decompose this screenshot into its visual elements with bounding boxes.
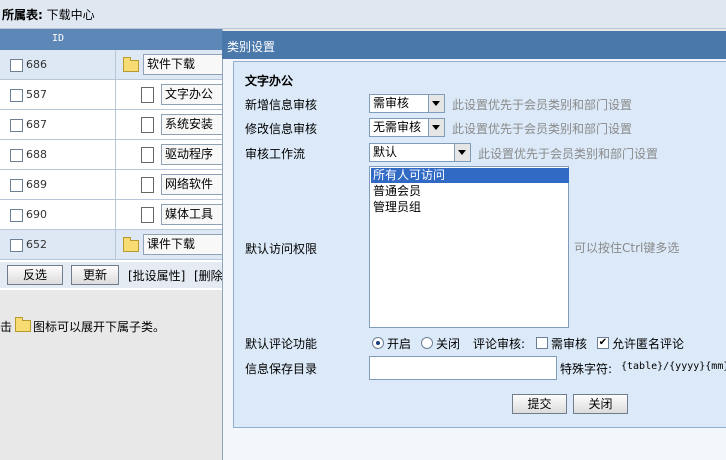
access-label: 默认访问权限: [245, 242, 318, 256]
allow-anonymous-label: 允许匿名评论: [612, 337, 685, 351]
access-option[interactable]: 普通会员: [371, 184, 569, 199]
table-row[interactable]: 690 媒体工具: [0, 200, 227, 230]
workflow-select[interactable]: 默认: [369, 143, 471, 162]
row-id: 587: [26, 88, 47, 101]
workflow-label: 审核工作流: [245, 147, 306, 161]
folder-icon: [15, 317, 32, 332]
dialog-title: 类别设置: [227, 40, 276, 54]
dir-input[interactable]: [369, 356, 557, 380]
invert-selection-button[interactable]: 反选: [7, 265, 63, 285]
row-checkbox[interactable]: [10, 239, 23, 252]
category-name-field[interactable]: 软件下载: [143, 54, 227, 75]
row-checkbox[interactable]: [10, 179, 23, 192]
add-review-select[interactable]: 需审核: [369, 94, 445, 113]
row-id: 689: [26, 178, 47, 191]
row-id: 690: [26, 208, 47, 221]
row-id: 688: [26, 148, 47, 161]
row-id: 652: [26, 238, 47, 251]
special-chars-label: 特殊字符:: [560, 362, 613, 376]
dir-label: 信息保存目录: [245, 362, 318, 376]
top-bar: 所属表: 下载中心: [0, 0, 726, 29]
comment-off-label: 关闭: [436, 337, 461, 351]
chevron-down-icon[interactable]: [428, 95, 444, 112]
chevron-down-icon[interactable]: [428, 119, 444, 136]
edit-review-note: 此设置优先于会员类别和部门设置: [452, 122, 633, 136]
table-action-bar: 反选 更新 [批设属性] [删除: [0, 262, 223, 288]
table-row[interactable]: 652 课件下载: [0, 230, 227, 260]
comment-off-radio[interactable]: [421, 337, 433, 349]
chevron-down-icon[interactable]: [454, 144, 470, 161]
table-row[interactable]: 689 网络软件: [0, 170, 227, 200]
table-row[interactable]: 688 驱动程序: [0, 140, 227, 170]
close-button[interactable]: 关闭: [573, 394, 628, 414]
update-button[interactable]: 更新: [71, 265, 119, 285]
category-name-field[interactable]: 系统安装: [161, 114, 227, 135]
submit-button[interactable]: 提交: [512, 394, 567, 414]
document-icon: [141, 177, 154, 193]
batch-attributes-link[interactable]: [批设属性]: [128, 267, 185, 284]
row-checkbox[interactable]: [10, 59, 23, 72]
id-column-header: ID: [52, 33, 65, 44]
comment-on-label: 开启: [387, 337, 412, 351]
access-listbox[interactable]: 所有人可访问 普通会员 管理员组: [369, 166, 569, 328]
hint-prefix: 击: [0, 320, 13, 334]
allow-anonymous-checkbox[interactable]: ✔: [597, 337, 609, 349]
table-header: ID: [0, 29, 222, 50]
document-icon: [141, 147, 154, 163]
category-name-field[interactable]: 驱动程序: [161, 144, 227, 165]
table-name: 下载中心: [46, 8, 95, 22]
edit-review-label: 修改信息审核: [245, 122, 318, 136]
row-id: 686: [26, 58, 47, 71]
category-name-field[interactable]: 网络软件: [161, 174, 227, 195]
row-id: 687: [26, 118, 47, 131]
access-option[interactable]: 管理员组: [371, 200, 569, 215]
document-icon: [141, 87, 154, 103]
dialog-title-bar[interactable]: 类别设置: [222, 31, 726, 59]
comment-label: 默认评论功能: [245, 337, 318, 351]
category-name-field[interactable]: 媒体工具: [161, 204, 227, 225]
table-breadcrumb: 所属表: 下载中心: [2, 8, 95, 22]
table-row[interactable]: 686 软件下载: [0, 50, 227, 80]
section-title: 文字办公: [245, 74, 294, 88]
row-checkbox[interactable]: [10, 149, 23, 162]
need-review-checkbox[interactable]: [536, 337, 548, 349]
add-review-note: 此设置优先于会员类别和部门设置: [452, 98, 633, 112]
folder-icon[interactable]: [123, 57, 139, 72]
workflow-value: 默认: [373, 145, 398, 159]
access-note: 可以按住Ctrl键多选: [574, 241, 680, 255]
document-icon: [141, 207, 154, 223]
comment-on-radio[interactable]: [372, 337, 384, 349]
category-name-field[interactable]: 文字办公: [161, 84, 227, 105]
row-checkbox[interactable]: [10, 119, 23, 132]
hint-suffix: 图标可以展开下属子类。: [33, 320, 166, 334]
add-review-value: 需审核: [373, 96, 410, 110]
add-review-label: 新增信息审核: [245, 98, 318, 112]
document-icon: [141, 117, 154, 133]
category-name-field[interactable]: 课件下载: [143, 234, 227, 255]
need-review-label: 需审核: [551, 337, 588, 351]
comment-review-label: 评论审核:: [473, 337, 526, 351]
edit-review-value: 无需审核: [373, 120, 422, 134]
table-row[interactable]: 587 文字办公: [0, 80, 227, 110]
workflow-note: 此设置优先于会员类别和部门设置: [478, 147, 659, 161]
expand-hint: 击 图标可以展开下属子类。: [0, 317, 166, 335]
delete-link[interactable]: [删除: [194, 267, 223, 284]
row-checkbox[interactable]: [10, 89, 23, 102]
folder-icon[interactable]: [123, 237, 139, 252]
row-checkbox[interactable]: [10, 209, 23, 222]
special-chars-value: {table}/{yyyy}{mm}: [621, 361, 726, 372]
table-row[interactable]: 687 系统安装: [0, 110, 227, 140]
access-option[interactable]: 所有人可访问: [371, 168, 569, 183]
edit-review-select[interactable]: 无需审核: [369, 118, 445, 137]
